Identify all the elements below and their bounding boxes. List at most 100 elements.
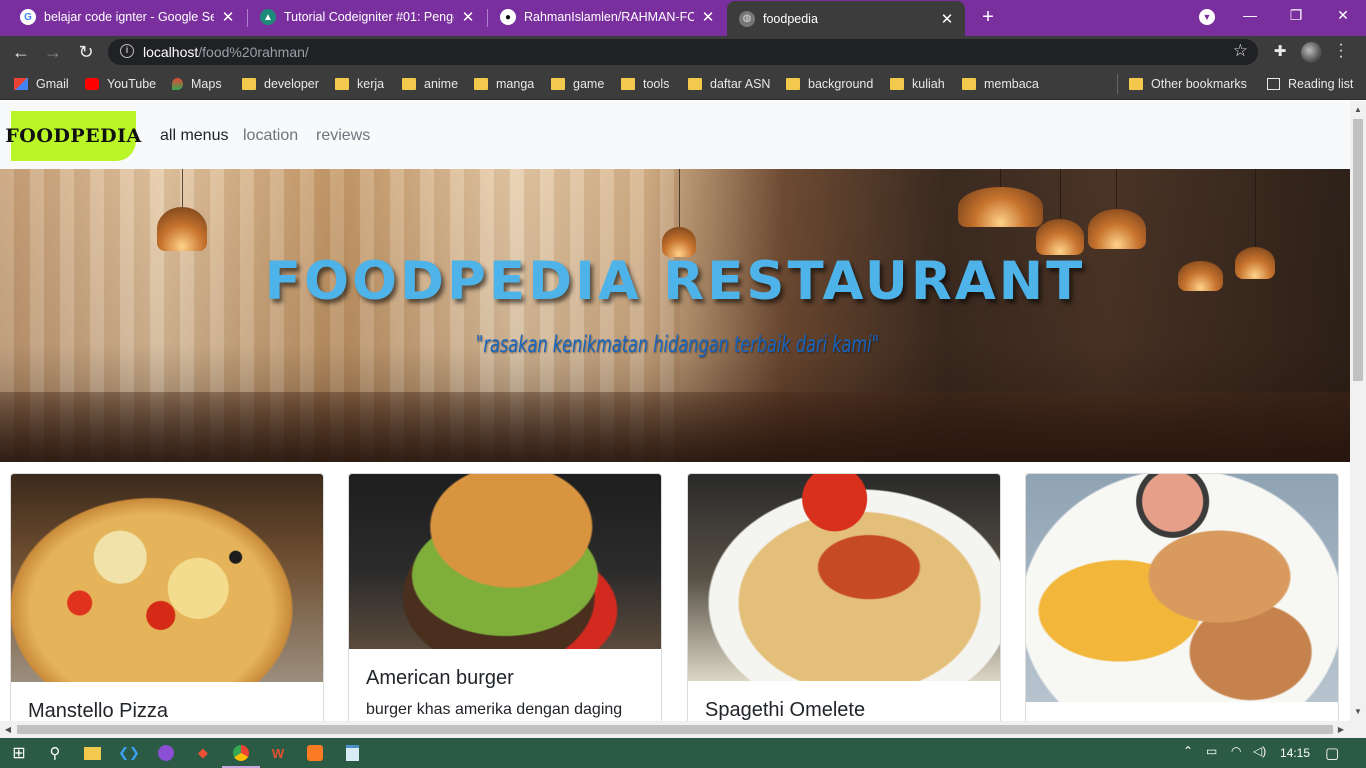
scroll-right-arrow-icon[interactable]: ▶ [1333, 721, 1349, 738]
battery-icon[interactable]: ▭ [1206, 744, 1217, 758]
bookmark-label: daftar ASN [710, 77, 771, 91]
reload-icon[interactable]: ↻ [74, 40, 98, 64]
card-title: Spagethi Omelete [705, 699, 866, 721]
lamp-wire [1255, 169, 1256, 249]
close-tab-icon[interactable]: ✕ [700, 8, 716, 26]
github-desktop-icon[interactable] [155, 742, 177, 764]
notifications-icon[interactable]: ▢ [1325, 744, 1339, 762]
profile-avatar[interactable] [1301, 42, 1322, 63]
bookmark-star-icon[interactable]: ☆ [1233, 41, 1248, 61]
bookmark-label: manga [496, 77, 535, 91]
menu-card-spaghetti[interactable]: Spagethi Omelete [687, 473, 1001, 721]
bookmark-folder-membaca[interactable]: membaca [962, 75, 1039, 93]
pendant-lamp [157, 207, 207, 251]
tab-google-search[interactable]: G belajar code ignter - Google Search ✕ [8, 0, 246, 34]
lamp-wire [679, 169, 680, 229]
page-viewport: FOODPEDIA all menus location reviews FOO… [0, 101, 1350, 721]
bookmark-folder-game[interactable]: game [551, 75, 604, 93]
nav-all-menus[interactable]: all menus [160, 127, 228, 145]
close-tab-icon[interactable]: ✕ [460, 8, 476, 26]
tab-codeigniter-tutorial[interactable]: ▲ Tutorial Codeigniter #01: Pengenalan ✕ [248, 0, 486, 34]
nav-location[interactable]: location [243, 127, 298, 145]
close-window-button[interactable]: ✕ [1329, 4, 1357, 26]
menu-card-burrito[interactable] [1025, 473, 1339, 721]
taskbar-clock[interactable]: 14:15 [1270, 746, 1320, 760]
bookmark-label: anime [424, 77, 459, 91]
bookmark-folder-tools[interactable]: tools [621, 75, 669, 93]
forward-arrow-icon[interactable]: → [41, 40, 65, 64]
vertical-scrollbar[interactable]: ▲ ▼ [1350, 101, 1366, 721]
bookmark-folder-anime[interactable]: anime [402, 75, 458, 93]
bookmark-youtube[interactable]: YouTube [85, 75, 156, 93]
bookmark-maps[interactable]: Maps [172, 75, 222, 93]
bookmark-label: game [573, 77, 605, 91]
bookmark-folder-kerja[interactable]: kerja [335, 75, 384, 93]
bookmark-gmail[interactable]: Gmail [14, 75, 69, 93]
hero-banner: FOODPEDIA RESTAURANT "rasakan kenikmatan… [0, 169, 1350, 462]
xampp-icon[interactable] [304, 742, 326, 764]
new-tab-button[interactable]: + [977, 6, 999, 28]
pendant-lamp [1088, 209, 1146, 249]
minimize-window-button[interactable]: — [1236, 4, 1264, 26]
hero-subtitle: "rasakan kenikmatan hidangan terbaik dar… [475, 332, 880, 358]
scroll-up-arrow-icon[interactable]: ▲ [1350, 103, 1366, 117]
lamp-wire [182, 169, 183, 209]
folder-icon [551, 78, 565, 90]
burger-image [349, 474, 661, 649]
bookmarks-bar: Gmail YouTube Maps developer kerja anime… [0, 68, 1366, 100]
close-tab-icon[interactable]: ✕ [939, 10, 955, 28]
volume-icon[interactable]: ◁) [1253, 744, 1266, 758]
folder-icon [1129, 78, 1143, 90]
bookmark-folder-manga[interactable]: manga [474, 75, 534, 93]
folder-icon [786, 78, 800, 90]
browser-tab-strip: G belajar code ignter - Google Search ✕ … [0, 0, 1366, 36]
extensions-puzzle-icon[interactable]: ✚ [1271, 42, 1289, 60]
bookmark-folder-kuliah[interactable]: kuliah [890, 75, 945, 93]
chrome-icon[interactable] [222, 742, 260, 768]
wps-office-icon[interactable]: W [267, 742, 289, 764]
horizontal-scroll-thumb[interactable] [17, 725, 1333, 734]
reading-list[interactable]: Reading list [1267, 75, 1353, 93]
bookmark-folder-daftar-asn[interactable]: daftar ASN [688, 75, 770, 93]
close-tab-icon[interactable]: ✕ [220, 8, 236, 26]
windows-start-icon[interactable]: ⊞ [8, 742, 30, 764]
tab-search-icon[interactable]: ▼ [1199, 9, 1215, 25]
spaghetti-image [688, 474, 1000, 681]
wifi-icon[interactable]: ◠ [1231, 744, 1241, 758]
vertical-scroll-thumb[interactable] [1353, 119, 1363, 381]
folder-icon [890, 78, 904, 90]
search-icon[interactable]: ⚲ [44, 742, 66, 764]
bookmark-label: membaca [984, 77, 1039, 91]
show-hidden-icons-chevron-icon[interactable]: ⌃ [1183, 744, 1193, 758]
git-icon[interactable]: ◆ [192, 742, 214, 764]
restore-window-button[interactable]: ❐ [1282, 4, 1310, 26]
browser-menu-icon[interactable]: · · · [1336, 37, 1346, 65]
tab-foodpedia[interactable]: ◍ foodpedia ✕ [727, 1, 965, 36]
scroll-down-arrow-icon[interactable]: ▼ [1350, 705, 1366, 719]
vscode-icon[interactable]: ❮❯ [118, 742, 140, 764]
back-arrow-icon[interactable]: ← [9, 40, 33, 64]
other-bookmarks[interactable]: Other bookmarks [1129, 75, 1247, 93]
bookmark-label: tools [643, 77, 670, 91]
bookmark-label: Reading list [1288, 77, 1354, 91]
file-explorer-icon[interactable] [81, 742, 103, 764]
menu-card-pizza[interactable]: Manstello Pizza [10, 473, 324, 721]
hero-title: FOODPEDIA RESTAURANT [264, 251, 1086, 312]
brand-logo[interactable]: FOODPEDIA [5, 111, 141, 161]
address-bar[interactable]: i localhost/food%20rahman/ ☆ [108, 39, 1258, 65]
tab-github-repo[interactable]: ● RahmanIslamlen/RAHMAN-FOOD ✕ [488, 0, 726, 34]
maps-icon [172, 78, 183, 90]
horizontal-scrollbar[interactable]: ◀ ▶ [0, 721, 1366, 738]
youtube-icon [85, 78, 99, 90]
tab-title: foodpedia [763, 11, 818, 26]
bookmark-folder-developer[interactable]: developer [242, 75, 319, 93]
url-text: localhost/food%20rahman/ [143, 44, 309, 60]
bookmark-folder-background[interactable]: background [786, 75, 873, 93]
site-info-icon[interactable]: i [120, 44, 134, 58]
scroll-left-arrow-icon[interactable]: ◀ [0, 721, 16, 738]
menu-card-burger[interactable]: American burger burger khas amerika deng… [348, 473, 662, 721]
nav-reviews[interactable]: reviews [316, 127, 370, 145]
notepad-icon[interactable] [341, 742, 363, 764]
lamp-wire [1116, 169, 1117, 209]
bookmark-label: kuliah [912, 77, 945, 91]
